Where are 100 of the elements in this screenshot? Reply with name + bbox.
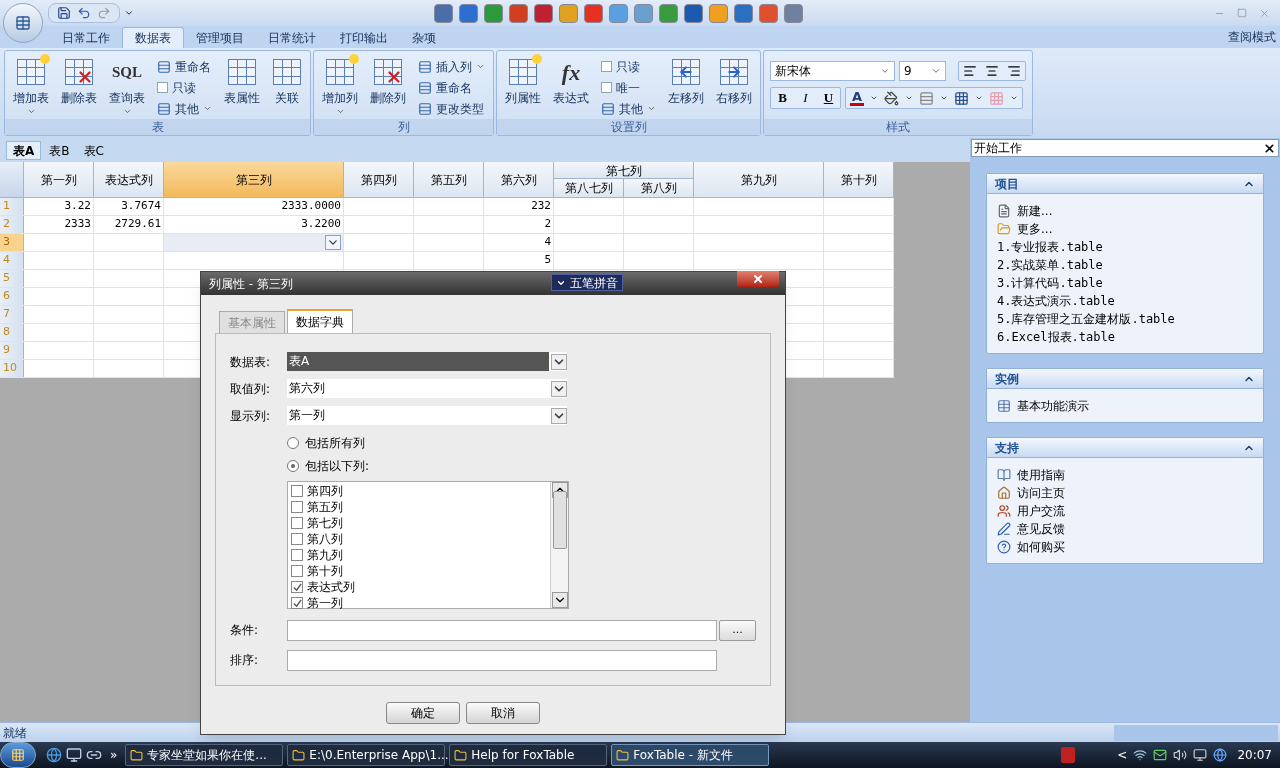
checklist-item[interactable]: 第七列 — [291, 515, 550, 531]
taskbar-button[interactable]: 专家坐堂如果你在使... — [125, 744, 284, 766]
display-icon[interactable] — [1193, 748, 1208, 762]
ribbon-button[interactable]: 增加列 — [318, 55, 362, 119]
column-header[interactable]: 第六列 — [484, 162, 554, 197]
checkbox[interactable] — [291, 517, 303, 529]
column-group-header[interactable]: 第七列 — [554, 162, 694, 179]
ribbon-small-button[interactable]: 重命名 — [157, 57, 212, 76]
font-color-button[interactable]: A — [850, 90, 865, 106]
caret-icon[interactable] — [940, 94, 949, 102]
ribbon-tab[interactable]: 打印输出 — [328, 27, 400, 48]
pane-link[interactable]: 访问主页 — [1017, 483, 1065, 502]
taskbar-button[interactable]: E:\0.Enterprise App\1... — [287, 744, 446, 766]
dropdown-icon[interactable] — [325, 235, 341, 250]
dropdown-field[interactable]: 表A — [287, 352, 567, 371]
taskbar-button[interactable]: FoxTable - 新文件 — [611, 744, 770, 766]
network-icon[interactable] — [1133, 748, 1148, 762]
fill-color-icon[interactable] — [884, 90, 900, 106]
caret-icon[interactable] — [975, 94, 984, 102]
pane-link[interactable]: 2.实战菜单.table — [997, 255, 1103, 274]
column-header[interactable]: 第一列 — [24, 162, 94, 197]
format-button[interactable]: I — [794, 88, 817, 108]
pane-link[interactable]: 新建... — [1017, 201, 1053, 220]
checklist-item[interactable]: 第五列 — [291, 499, 550, 515]
sheet-tab[interactable]: 表A — [6, 141, 42, 160]
start-button[interactable] — [0, 742, 36, 768]
corner-cell[interactable] — [0, 162, 24, 197]
sheet-tab[interactable]: 表C — [77, 141, 110, 160]
app-launcher-icon[interactable] — [609, 3, 628, 23]
radio-option[interactable]: 包括所有列 — [287, 435, 756, 450]
app-launcher-icon[interactable] — [634, 3, 653, 23]
tray-arrow[interactable]: < — [1117, 746, 1128, 764]
checklist-item[interactable]: 第九列 — [291, 547, 550, 563]
undo-icon[interactable] — [77, 6, 91, 20]
app-launcher-icon[interactable] — [784, 3, 803, 23]
ribbon-tab[interactable]: 杂项 — [400, 27, 448, 48]
app-menu-button[interactable] — [3, 3, 43, 43]
app-launcher-icon[interactable] — [734, 3, 753, 23]
ribbon-button[interactable]: 列属性 — [501, 55, 545, 119]
volume-icon[interactable] — [1173, 748, 1188, 762]
checkbox[interactable] — [601, 82, 612, 93]
checkbox[interactable] — [291, 533, 303, 545]
app-launcher-icon[interactable] — [534, 3, 553, 23]
scroll-down-icon[interactable] — [551, 592, 568, 608]
ribbon-tab[interactable]: 数据表 — [122, 27, 184, 48]
checkbox[interactable] — [291, 597, 303, 609]
app-launcher-icon[interactable] — [759, 3, 778, 23]
checklist-item[interactable]: 第八列 — [291, 531, 550, 547]
ribbon-button[interactable]: 关联 — [268, 55, 306, 119]
ime-indicator-icon[interactable] — [1061, 747, 1076, 763]
scrollbar[interactable] — [550, 482, 568, 608]
ribbon-tab[interactable]: 日常工作 — [50, 27, 122, 48]
app-launcher-icon[interactable] — [659, 3, 678, 23]
more-launchers[interactable]: » — [106, 746, 122, 764]
column-header[interactable]: 第八七列 — [554, 179, 624, 197]
pane-link[interactable]: 5.库存管理之五金建材版.table — [997, 309, 1175, 328]
mode-label[interactable]: 查阅模式 — [1228, 28, 1276, 46]
app-launcher-icon[interactable] — [684, 3, 703, 23]
checkbox[interactable] — [291, 581, 303, 593]
column-header[interactable]: 第十列 — [824, 162, 894, 197]
checklist-item[interactable]: 第十列 — [291, 563, 550, 579]
pane-link[interactable]: 基本功能演示 — [1017, 396, 1089, 415]
app-launcher-icon[interactable] — [509, 3, 528, 23]
close-button[interactable] — [737, 271, 779, 287]
pane-link[interactable]: 6.Excel报表.table — [997, 327, 1115, 346]
ribbon-small-button[interactable]: 其他 — [601, 99, 656, 118]
font-name-field[interactable]: 新宋体 — [770, 61, 896, 81]
ribbon-button[interactable]: 删除列 — [366, 55, 410, 119]
row-style-icon[interactable] — [919, 90, 935, 106]
ribbon-button[interactable]: 增加表 — [9, 55, 53, 119]
column-header[interactable]: 第四列 — [344, 162, 414, 197]
ribbon-tab[interactable]: 日常统计 — [256, 27, 328, 48]
desktop-icon[interactable] — [66, 747, 82, 763]
checkbox[interactable] — [291, 549, 303, 561]
checkbox[interactable] — [291, 565, 303, 577]
scroll-thumb[interactable] — [552, 491, 567, 549]
checkbox[interactable] — [157, 82, 168, 93]
column-header[interactable]: 第九列 — [694, 162, 824, 197]
ribbon-checkbox[interactable]: 唯一 — [601, 78, 656, 97]
checklist-item[interactable]: 表达式列 — [291, 579, 550, 595]
checkbox[interactable] — [291, 485, 303, 497]
caret-icon[interactable] — [870, 94, 879, 102]
checklist-item[interactable]: 第四列 — [291, 483, 550, 499]
ribbon-small-button[interactable]: 更改类型 — [418, 99, 485, 118]
ribbon-tab[interactable]: 管理项目 — [184, 27, 256, 48]
browser-icon[interactable] — [46, 747, 62, 763]
ribbon-button[interactable]: 表属性 — [220, 55, 264, 119]
font-size-field[interactable]: 9 — [899, 61, 946, 81]
dropdown-field[interactable]: 第一列 — [287, 406, 567, 425]
dialog-button[interactable]: 确定 — [386, 702, 460, 724]
mail-icon[interactable] — [1153, 748, 1168, 762]
radio-option[interactable]: 包括以下列: — [287, 458, 756, 473]
checkbox[interactable] — [291, 501, 303, 513]
ribbon-button[interactable]: fx 表达式 — [549, 55, 593, 119]
close-icon[interactable] — [1263, 141, 1276, 155]
app-launcher-icon[interactable] — [484, 3, 503, 23]
section-header[interactable]: 项目 — [987, 174, 1263, 194]
pane-link[interactable]: 4.表达式演示.table — [997, 291, 1115, 310]
app-launcher-icon[interactable] — [559, 3, 578, 23]
ribbon-checkbox[interactable]: 只读 — [601, 57, 656, 76]
